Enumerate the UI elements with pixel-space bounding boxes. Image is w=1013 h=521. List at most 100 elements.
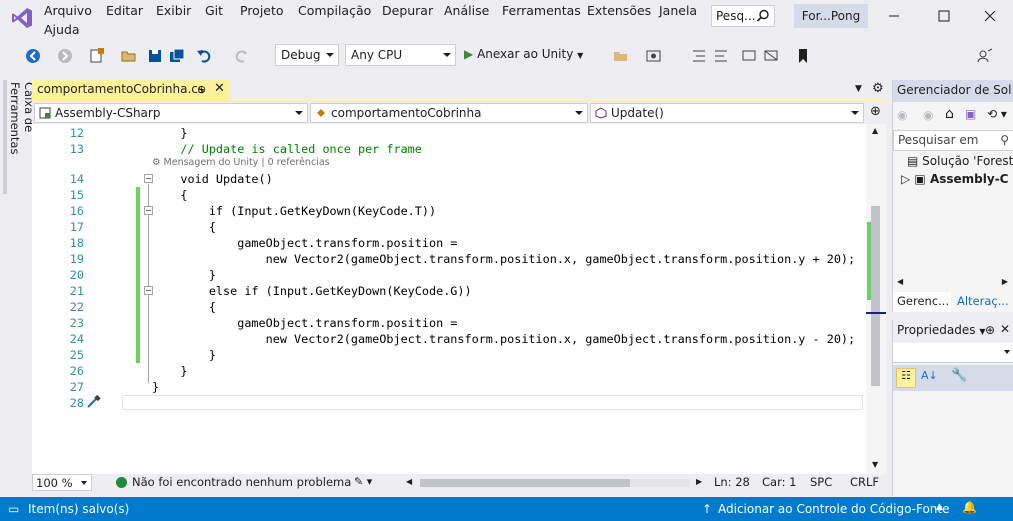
menu-depurar[interactable]: Depurar (382, 3, 433, 18)
add-to-source-control-button[interactable]: Adicionar ao Controle do Código-Fonte (718, 502, 949, 516)
properties-header[interactable]: Propriedades ▼ ⊕ ✕ (893, 320, 1013, 342)
home-icon[interactable]: ⌂ (945, 106, 954, 122)
method-icon (595, 107, 607, 119)
editor-horizontal-scrollbar[interactable] (420, 479, 690, 487)
scroll-right-icon[interactable]: ▶ (1002, 277, 1008, 286)
whitespace-status[interactable]: SPC (810, 475, 832, 489)
close-tab-icon[interactable]: ✕ (214, 81, 225, 96)
menu-analise[interactable]: Análise (444, 3, 489, 18)
line-number-status[interactable]: Ln: 28 (714, 475, 750, 489)
code-cleanup-brush-icon[interactable] (86, 395, 102, 409)
project-nav-select[interactable]: Assembly-CSharp (34, 103, 308, 123)
tab-solution-explorer[interactable]: Gerenc... (893, 292, 951, 312)
categorized-icon[interactable]: ☷ (896, 368, 916, 388)
scroll-down-icon[interactable]: ▼ (872, 460, 878, 469)
property-pages-icon[interactable]: 🔧 (951, 368, 967, 383)
code-line: 23 gameObject.transform.position = (69, 316, 458, 330)
redo-icon[interactable] (232, 47, 250, 65)
visual-studio-logo-icon[interactable] (10, 6, 34, 30)
zoom-select[interactable]: 100 % (32, 474, 92, 491)
bookmark-indent-icon[interactable] (690, 47, 708, 65)
save-all-icon[interactable] (168, 47, 186, 65)
menu-arquivo[interactable]: Arquivo (44, 3, 92, 18)
minimize-icon[interactable] (884, 6, 904, 26)
document-tab-comportamento[interactable]: comportamentoCobrinha.cs ⊕ ✕ (32, 80, 229, 101)
global-search-input[interactable]: Pesq... (711, 5, 775, 27)
hscroll-thumb[interactable] (420, 479, 630, 487)
platform-select[interactable]: Any CPU (345, 44, 456, 66)
gear-icon[interactable]: ⚙ (872, 81, 884, 96)
close-window-icon[interactable] (980, 6, 1000, 26)
search-placeholder: Pesq... (716, 9, 756, 23)
new-project-icon[interactable] (88, 47, 106, 65)
save-icon[interactable] (146, 47, 164, 65)
solution-explorer-header[interactable]: Gerenciador de Sol... (893, 80, 1013, 102)
bookmark-icon[interactable] (794, 47, 812, 65)
scroll-left-icon[interactable]: ◀ (897, 277, 903, 286)
back-icon[interactable]: ◉ (897, 108, 907, 122)
chevron-down-icon: ▼ (577, 51, 584, 60)
class-nav-select[interactable]: comportamentoCobrinha (310, 103, 588, 123)
outdent-icon[interactable] (712, 47, 730, 65)
maximize-icon[interactable] (934, 6, 954, 26)
scroll-up-icon[interactable]: ▲ (872, 126, 878, 135)
current-line-highlight (122, 395, 863, 410)
member-nav-select[interactable]: Update() (590, 103, 864, 123)
search-icon: ⚲ (1000, 133, 1009, 147)
status-bar: ▭ Item(ns) salvo(s) ↑ Adicionar ao Contr… (0, 497, 1013, 521)
comment-icon[interactable] (740, 47, 758, 65)
uncomment-icon[interactable] (762, 47, 780, 65)
scroll-left-icon[interactable]: ◀ (406, 477, 412, 486)
menu-compilacao[interactable]: Compilação (298, 3, 371, 18)
vs-switch-view-icon[interactable]: ▣ (965, 107, 976, 121)
attach-unity-button[interactable]: ▶ Anexar ao Unity ▼ (464, 47, 583, 61)
live-share-icon[interactable] (976, 47, 994, 65)
cleanup-brush-icon[interactable]: ✎ ▾ (354, 475, 372, 488)
notifications-icon[interactable]: 🔔 (962, 500, 977, 514)
alphabetical-icon[interactable]: A↓ (921, 369, 938, 382)
menu-editar[interactable]: Editar (106, 3, 143, 18)
editor-vertical-scrollbar[interactable]: ▲ ▼ (866, 124, 886, 474)
close-panel-icon[interactable]: ✕ (1000, 322, 1010, 336)
undo-icon[interactable] (196, 47, 214, 65)
chevron-up-icon[interactable]: ▲ (936, 502, 943, 512)
expand-icon[interactable]: ▷ (901, 172, 910, 186)
pin-icon[interactable]: ⊕ (985, 323, 995, 337)
pin-icon[interactable]: ⊕ (197, 83, 206, 96)
open-file-icon[interactable] (120, 47, 138, 65)
scrollbar-thumb[interactable] (871, 206, 880, 386)
solution-search-input[interactable]: Pesquisar em ⚲ (893, 130, 1013, 151)
project-nav-value: Assembly-CSharp (55, 106, 161, 120)
scroll-right-icon[interactable]: ▶ (696, 477, 702, 486)
solution-title-badge[interactable]: For...Pong (794, 4, 868, 28)
configuration-select[interactable]: Debug (275, 44, 339, 66)
forward-icon[interactable] (56, 47, 74, 65)
column-status[interactable]: Car: 1 (762, 475, 796, 489)
menu-projeto[interactable]: Projeto (240, 3, 284, 18)
back-icon[interactable] (24, 47, 42, 65)
properties-object-select[interactable] (893, 343, 1013, 363)
line-ending-status[interactable]: CRLF (850, 475, 879, 489)
tree-item-solution[interactable]: ▤ Solução 'Forest (893, 154, 1013, 172)
split-editor-icon[interactable]: ⊕ (870, 104, 881, 119)
menu-ajuda[interactable]: Ajuda (44, 22, 80, 37)
menu-ferramentas[interactable]: Ferramentas (502, 3, 581, 18)
screenshot-icon[interactable] (645, 47, 663, 65)
folder-icon[interactable] (612, 47, 630, 65)
menu-janela[interactable]: Janela (659, 3, 697, 18)
status-icon: ▭ (8, 502, 20, 516)
class-nav-value: comportamentoCobrinha (331, 106, 482, 120)
tab-overflow-icon[interactable]: ▼ (855, 84, 862, 94)
codelens-info[interactable]: ⚙ Mensagem do Unity | 0 referências (152, 157, 330, 168)
menu-extensoes[interactable]: Extensões (587, 3, 651, 18)
forward-icon[interactable]: ◉ (923, 108, 933, 122)
tab-git-changes[interactable]: Alteraç... (953, 292, 1013, 312)
menu-exibir[interactable]: Exibir (156, 3, 191, 18)
sync-icon[interactable]: ⟲ ▾ (987, 107, 1007, 121)
tree-item-project[interactable]: ▷ ▣ Assembly-C (893, 172, 1013, 190)
code-editor[interactable]: 12 } 13 // Update is called once per fra… (32, 124, 866, 474)
solution-horizontal-scrollbar[interactable]: ◀ ▶ (893, 277, 1013, 289)
menu-git[interactable]: Git (205, 3, 223, 18)
toolbox-tab[interactable]: Caixa de Ferramentas (3, 80, 36, 194)
problems-status[interactable]: Não foi encontrado nenhum problema (132, 475, 351, 489)
